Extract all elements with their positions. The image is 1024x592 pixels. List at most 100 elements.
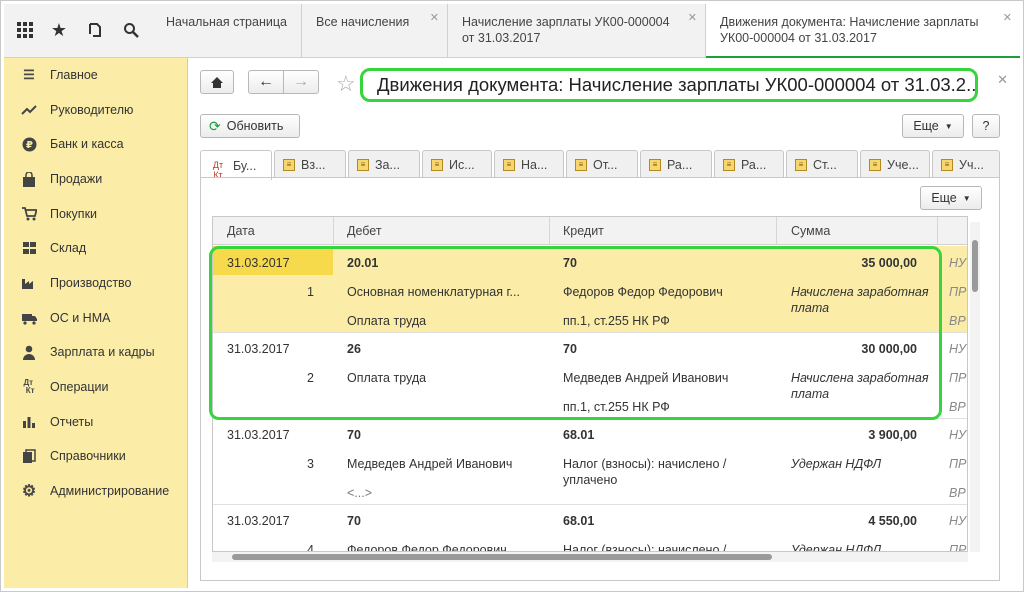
row-debit-subconto: Оплата труда xyxy=(347,371,427,385)
tab-label: Все начисления xyxy=(316,15,410,29)
sidebar-item-warehouse[interactable]: Склад xyxy=(4,231,188,265)
home-button[interactable] xyxy=(200,70,234,94)
sidebar-item-purchases[interactable]: Покупки xyxy=(4,197,188,231)
row-number: 3 xyxy=(307,457,314,471)
help-label: ? xyxy=(982,119,990,133)
sidebar-item-administration[interactable]: ⚙ Администрирование xyxy=(4,474,188,508)
row-date: 31.03.2017 xyxy=(227,342,290,356)
sidebar-item-salary-hr[interactable]: Зарплата и кадры xyxy=(4,335,188,369)
tab-register-9[interactable]: ≡ Ст... xyxy=(786,150,858,178)
refresh-button[interactable]: ⟳ Обновить xyxy=(200,114,300,138)
bag-icon xyxy=(20,170,38,188)
search-icon[interactable] xyxy=(118,17,144,43)
tab-register-3[interactable]: ≡ За... xyxy=(348,150,420,178)
row-debit-subconto: Основная номенклатурная г... xyxy=(347,285,520,299)
tab-payroll-document[interactable]: Начисление зарплаты УК00-000004 от 31.03… xyxy=(448,4,706,58)
register-icon: ≡ xyxy=(649,158,661,171)
row-tag: НУ xyxy=(949,342,967,356)
close-icon[interactable]: ✕ xyxy=(688,10,697,26)
tab-register-10[interactable]: ≡ Уче... xyxy=(860,150,930,178)
subtab-label: Ра... xyxy=(741,157,767,172)
close-icon[interactable]: ✕ xyxy=(1003,10,1012,26)
tab-register-5[interactable]: ≡ На... xyxy=(494,150,564,178)
sidebar: ☰ Главное Руководителю ₽ Банк и касса Прод… xyxy=(4,58,188,588)
arrow-left-icon: ← xyxy=(258,73,274,90)
row-credit-subconto: Налог (взносы): начислено / уплачено xyxy=(563,457,727,487)
favorite-star-icon[interactable]: ☆ xyxy=(336,71,356,97)
row-credit-account: 68.01 xyxy=(563,428,595,442)
tab-home[interactable]: Начальная страница xyxy=(152,4,302,58)
column-header-date[interactable]: Дата xyxy=(227,224,255,238)
sidebar-item-label: Руководителю xyxy=(50,103,134,117)
star-icon[interactable]: ★ xyxy=(46,17,72,43)
sidebar-item-main[interactable]: ☰ Главное xyxy=(4,58,188,92)
table-header: Дата Дебет Кредит Сумма xyxy=(213,217,967,245)
inner-more-button[interactable]: Еще ▼ xyxy=(920,186,982,210)
menu-icon: ☰ xyxy=(23,67,35,82)
subtab-label: Бу... xyxy=(233,158,257,173)
register-icon: ≡ xyxy=(503,158,515,171)
tab-accounting[interactable]: Дт Кт Бу... xyxy=(200,150,272,180)
row-date: 31.03.2017 xyxy=(227,514,290,528)
apps-grid-icon[interactable] xyxy=(12,17,38,43)
column-header-sum[interactable]: Сумма xyxy=(791,224,830,238)
row-credit-account: 70 xyxy=(563,342,577,356)
row-credit-subconto: Медведев Андрей Иванович xyxy=(563,371,729,385)
sidebar-item-reports[interactable]: Отчеты xyxy=(4,405,188,439)
sidebar-item-manager[interactable]: Руководителю xyxy=(4,93,188,127)
subtab-label: Уч... xyxy=(959,157,984,172)
forward-button[interactable]: → xyxy=(283,70,319,94)
refresh-icon: ⟳ xyxy=(209,117,221,134)
row-tag: ПР xyxy=(949,371,967,385)
sidebar-item-operations[interactable]: Дт Кт Операции xyxy=(4,370,188,404)
chevron-down-icon: ▼ xyxy=(944,121,953,131)
subtab-label: За... xyxy=(375,157,400,172)
sidebar-item-bank[interactable]: ₽ Банк и касса xyxy=(4,127,188,161)
row-debit-account: 20.01 xyxy=(347,256,379,270)
history-icon[interactable] xyxy=(82,17,108,43)
row-tag: ВР xyxy=(949,314,966,328)
row-tag: ВР xyxy=(949,486,966,500)
sidebar-item-label: Склад xyxy=(50,241,87,255)
row-sum: 30 000,00 xyxy=(861,342,917,356)
tab-register-8[interactable]: ≡ Ра... xyxy=(714,150,784,178)
sidebar-item-fixed-assets[interactable]: ОС и НМА xyxy=(4,301,188,335)
row-credit-subconto: пп.1, ст.255 НК РФ xyxy=(563,314,670,328)
more-button[interactable]: Еще ▼ xyxy=(902,114,964,138)
row-tag: ПР xyxy=(949,285,967,299)
sidebar-item-production[interactable]: Производство xyxy=(4,266,188,300)
sidebar-item-sales[interactable]: Продажи xyxy=(4,162,188,196)
more-label: Еще xyxy=(913,119,939,133)
back-button[interactable]: ← xyxy=(248,70,284,94)
tab-register-4[interactable]: ≡ Ис... xyxy=(422,150,492,178)
tab-document-movements[interactable]: Движения документа: Начисление зарплаты … xyxy=(706,4,1020,58)
subtab-label: Ст... xyxy=(813,157,837,172)
tab-register-6[interactable]: ≡ От... xyxy=(566,150,638,178)
column-header-credit[interactable]: Кредит xyxy=(563,224,604,238)
warehouse-icon xyxy=(20,239,38,257)
tab-register-11[interactable]: ≡ Уч... xyxy=(932,150,1000,178)
gear-icon: ⚙ xyxy=(21,483,37,500)
close-icon[interactable]: ✕ xyxy=(430,10,439,26)
ruble-icon: ₽ xyxy=(20,135,38,153)
tab-label: Начальная страница xyxy=(166,15,287,29)
subtab-label: Уче... xyxy=(887,157,919,172)
row-tag: ПР xyxy=(949,457,967,471)
row-content: Начислена заработная плата xyxy=(791,371,929,401)
tab-register-2[interactable]: ≡ Вз... xyxy=(274,150,346,178)
horizontal-scroll-thumb[interactable] xyxy=(232,554,772,560)
close-icon[interactable]: ✕ xyxy=(997,72,1008,88)
vertical-scroll-thumb[interactable] xyxy=(972,240,978,292)
row-debit-account: 70 xyxy=(347,428,361,442)
page-title: Движения документа: Начисление зарплаты … xyxy=(360,68,978,102)
tab-all-accruals[interactable]: Все начисления ✕ xyxy=(302,4,448,58)
tab-register-7[interactable]: ≡ Ра... xyxy=(640,150,712,178)
truck-icon xyxy=(20,309,38,327)
chevron-down-icon: ▼ xyxy=(962,193,971,203)
column-header-debit[interactable]: Дебет xyxy=(347,224,382,238)
row-date: 31.03.2017 xyxy=(227,256,290,270)
row-content: Удержан НДФЛ xyxy=(791,457,882,471)
sidebar-item-catalogs[interactable]: Справочники xyxy=(4,439,188,473)
row-debit-subconto: <...> xyxy=(347,486,373,500)
help-button[interactable]: ? xyxy=(972,114,1000,138)
